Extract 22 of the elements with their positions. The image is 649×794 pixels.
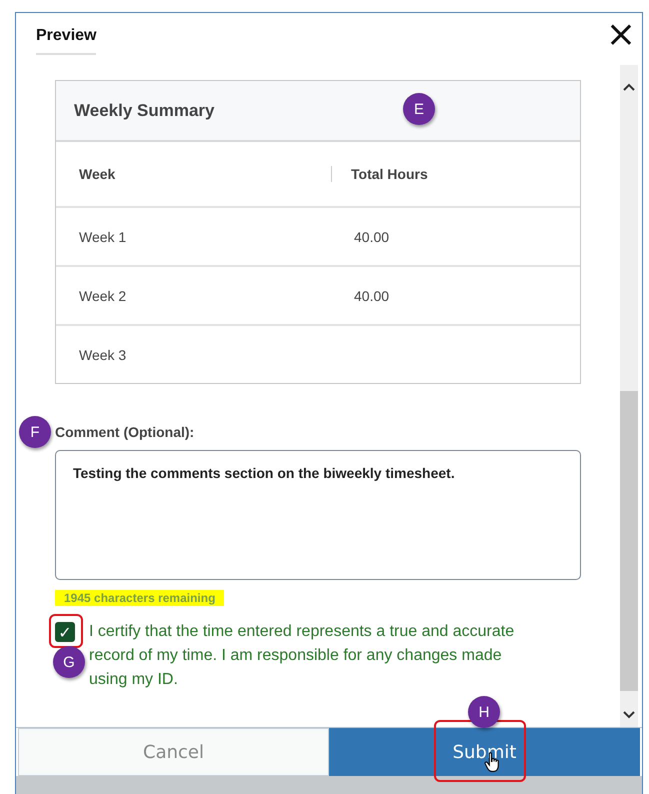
comment-field[interactable]: Testing the comments section on the biweekly timesheet. bbox=[55, 450, 581, 580]
card-title: Weekly Summary bbox=[74, 100, 214, 120]
table-cell-text: 40.00 bbox=[353, 288, 390, 304]
column-header: Total Hours bbox=[331, 166, 580, 182]
table-cell-text: 40.00 bbox=[353, 228, 390, 244]
callout-badge: G bbox=[53, 646, 85, 678]
table-cell-text: Week 1 bbox=[78, 228, 128, 244]
table-cell-text: Week 3 bbox=[78, 346, 128, 362]
certify-checkbox[interactable]: ✓ bbox=[55, 622, 75, 642]
scrollbar[interactable] bbox=[620, 65, 638, 727]
comment-label: Comment (Optional): bbox=[55, 424, 194, 440]
column-header: Week bbox=[78, 166, 116, 182]
certify-text: I certify that the time entered represents a true and accurate record of my time. I am responsible for any changes made using my ID. bbox=[89, 622, 516, 690]
table-cell-text: Week 2 bbox=[78, 288, 128, 304]
dialog-title[interactable]: Preview bbox=[36, 27, 96, 55]
scroll-up-icon[interactable] bbox=[623, 83, 635, 91]
callout-badge: H bbox=[468, 696, 500, 728]
callout-badge: E bbox=[403, 93, 435, 125]
scroll-down-icon[interactable] bbox=[623, 711, 635, 719]
submit-button[interactable]: Submit bbox=[329, 728, 640, 776]
callout-badge: F bbox=[19, 416, 51, 448]
characters-remaining: 1945 characters remaining bbox=[55, 590, 224, 606]
